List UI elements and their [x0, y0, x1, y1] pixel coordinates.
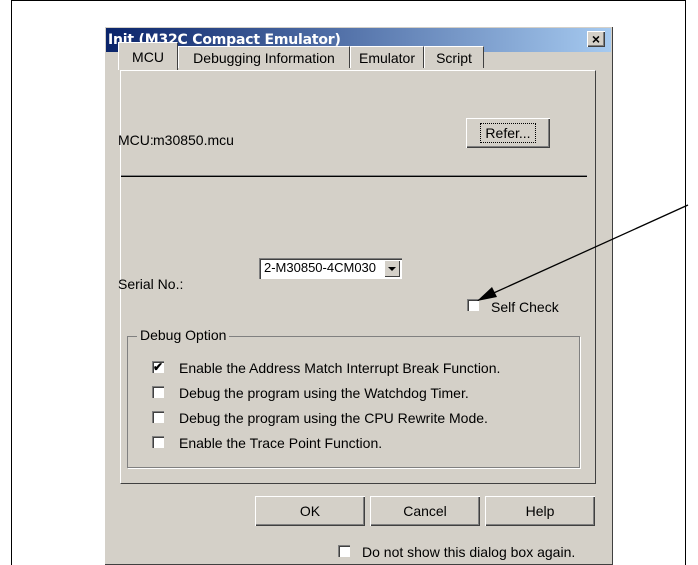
annotation-arrow-icon [477, 204, 689, 301]
tab-mcu[interactable]: MCU [118, 42, 178, 70]
tab-label: MCU [132, 49, 164, 65]
